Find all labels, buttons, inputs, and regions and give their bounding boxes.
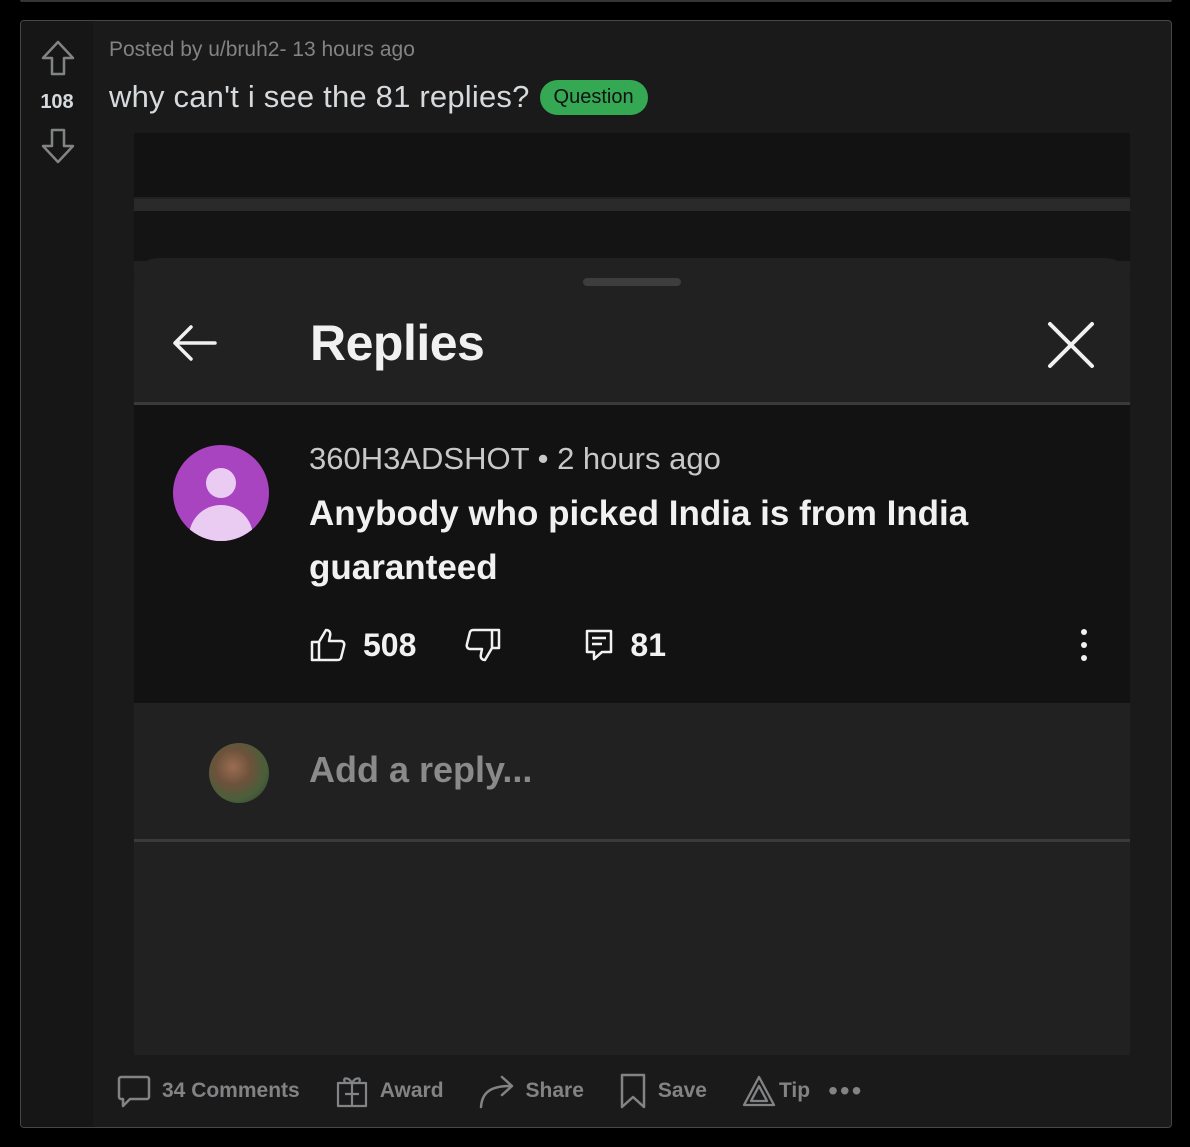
save-label: Save: [657, 1079, 707, 1102]
meta-separator: •: [537, 441, 549, 476]
replies-sheet: Replies 360H3ADSHOT • 2 hours ago Anybod…: [134, 258, 1130, 1055]
save-button[interactable]: Save: [618, 1072, 707, 1110]
gift-icon: [336, 1077, 367, 1108]
avatar: [173, 445, 269, 541]
comments-label: 34 Comments: [162, 1079, 300, 1102]
post-title[interactable]: why can't i see the 81 replies?: [109, 79, 530, 115]
divider: [134, 839, 1130, 842]
back-button: [169, 321, 219, 365]
screenshot-top-strip: [134, 133, 1130, 197]
bookmark-icon: [620, 1073, 646, 1109]
close-button: [1044, 318, 1098, 372]
reply-input: Add a reply...: [309, 749, 533, 790]
comment-meta: 360H3ADSHOT • 2 hours ago: [309, 441, 721, 477]
like-count: 508: [363, 626, 417, 663]
arrow-up-icon: [41, 40, 75, 76]
comment-author: 360H3ADSHOT: [309, 441, 529, 476]
dislike-button: [464, 627, 502, 663]
screenshot-dark-strip: [134, 211, 1130, 261]
embedded-screenshot[interactable]: Replies 360H3ADSHOT • 2 hours ago Anybod…: [134, 133, 1130, 1055]
upvote-button[interactable]: [39, 39, 77, 77]
award-label: Award: [379, 1079, 444, 1102]
post-footer: 34 Comments Award Share Save Tip •••: [116, 1068, 864, 1114]
comment-actions: 508 81: [309, 623, 666, 667]
tip-icon: [742, 1075, 776, 1107]
more-options-icon: [1074, 625, 1094, 665]
close-icon: [1048, 322, 1094, 368]
tip-label: Tip: [778, 1079, 811, 1102]
replies-count-button: 81: [584, 627, 666, 664]
post-card: 108 Posted by u/bruh2- 13 hours ago why …: [20, 20, 1172, 1128]
flair-badge[interactable]: Question: [539, 79, 648, 115]
downvote-button[interactable]: [39, 127, 77, 165]
arrow-down-icon: [41, 128, 75, 164]
comment-time: 2 hours ago: [557, 441, 721, 476]
reply-row: Add a reply...: [134, 703, 1130, 838]
award-button[interactable]: Award: [334, 1073, 444, 1109]
user-avatar: [209, 743, 269, 803]
screenshot-band: [134, 199, 1130, 211]
previous-card-edge: [20, 0, 1172, 2]
comment-text: Anybody who picked India is from India g…: [309, 494, 969, 587]
sheet-title: Replies: [310, 315, 485, 371]
tip-button[interactable]: Tip: [741, 1074, 810, 1108]
arrow-left-icon: [173, 325, 217, 361]
share-label: Share: [525, 1079, 584, 1102]
post-title-row: why can't i see the 81 replies? Question: [109, 79, 648, 115]
replies-count: 81: [630, 626, 666, 663]
drag-handle: [583, 278, 681, 286]
comments-button[interactable]: 34 Comments: [116, 1073, 300, 1109]
thumbs-down-icon: [465, 628, 501, 662]
more-icon[interactable]: •••: [828, 1075, 863, 1107]
like-button: 508: [309, 627, 416, 664]
share-icon: [479, 1075, 513, 1109]
comment: 360H3ADSHOT • 2 hours ago Anybody who pi…: [134, 405, 1130, 703]
post-meta[interactable]: Posted by u/bruh2- 13 hours ago: [109, 38, 415, 62]
comment-icon: [586, 629, 613, 661]
share-button[interactable]: Share: [478, 1073, 584, 1109]
thumbs-up-icon: [310, 628, 346, 662]
vote-score: 108: [40, 91, 74, 113]
vote-column: 108: [21, 21, 93, 1127]
comment-icon: [117, 1075, 151, 1108]
